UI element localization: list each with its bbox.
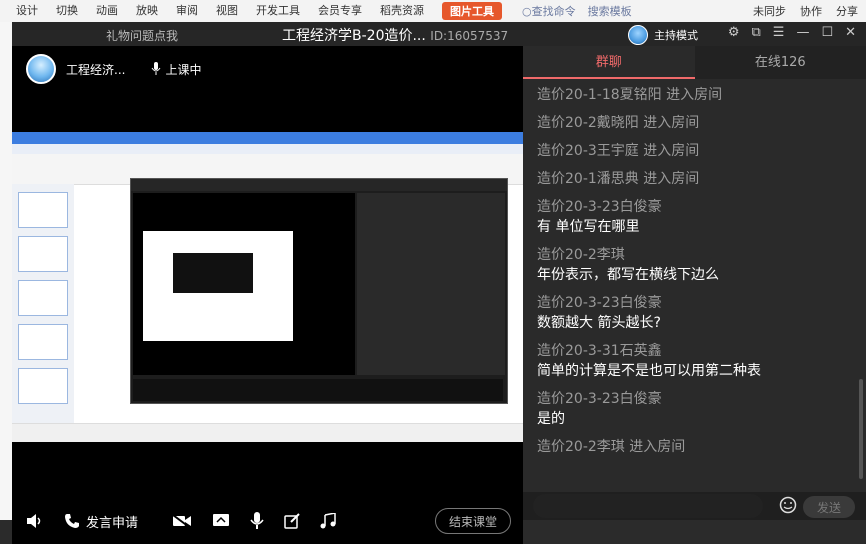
shared-ppt-titlebar xyxy=(12,132,523,144)
list-item: 造价20-2李琪年份表示，都写在横线下边么 xyxy=(523,245,866,285)
menu-resources[interactable]: 稻壳资源 xyxy=(380,2,424,20)
send-button[interactable]: 发送 xyxy=(803,496,855,518)
close-icon[interactable]: ✕ xyxy=(845,25,856,40)
list-item: 造价20-3-23白俊豪是的 xyxy=(523,389,866,429)
host-avatar xyxy=(628,25,648,45)
host-mode[interactable]: 主持模式 xyxy=(628,25,698,45)
collab-button[interactable]: 协作 xyxy=(800,3,822,19)
nested-video xyxy=(133,193,355,375)
message-sender: 造价20-2李琪 进入房间 xyxy=(537,437,852,457)
desktop-ppt-ribbon: 设计 切换 动画 放映 审阅 视图 开发工具 会员专享 稻壳资源 图片工具 ○查… xyxy=(0,0,866,23)
message-sender: 造价20-3-23白俊豪 xyxy=(537,389,852,409)
chat-tabs: 群聊 在线126 xyxy=(523,46,866,79)
popout-icon[interactable]: ⧉ xyxy=(751,25,760,40)
video-area: 工程经济... 上课中 xyxy=(12,46,523,520)
menu-picture-tool[interactable]: 图片工具 xyxy=(442,2,502,20)
slide-thumbnail xyxy=(18,192,68,228)
menu-member[interactable]: 会员专享 xyxy=(318,2,362,20)
slide-thumbnail xyxy=(18,236,68,272)
menu-design[interactable]: 设计 xyxy=(16,2,38,20)
apply-speak-button[interactable]: 发言申请 xyxy=(64,512,138,531)
title-bar: 礼物问题点我 工程经济学B-20造价... ID:16057537 主持模式 ⚙… xyxy=(12,22,866,46)
list-item: 造价20-1-18夏铭阳 进入房间 xyxy=(523,85,866,105)
screen-share xyxy=(12,132,523,442)
whiteboard-icon[interactable] xyxy=(284,513,300,529)
speaker-icon[interactable] xyxy=(26,513,44,529)
tab-group-chat[interactable]: 群聊 xyxy=(523,46,695,79)
teacher-avatar xyxy=(26,54,56,84)
microphone-button-icon[interactable] xyxy=(250,512,264,530)
message-text: 有 单位写在哪里 xyxy=(537,217,852,237)
list-item: 造价20-3-23白俊豪有 单位写在哪里 xyxy=(523,197,866,237)
find-command[interactable]: ○查找命令 xyxy=(522,3,576,19)
menu-slideshow[interactable]: 放映 xyxy=(136,2,158,20)
gift-question-button[interactable]: 礼物问题点我 xyxy=(106,27,178,44)
class-status: 上课中 xyxy=(151,61,201,78)
message-sender: 造价20-1-18夏铭阳 进入房间 xyxy=(537,85,852,105)
nested-chat xyxy=(357,193,505,375)
menu-icon[interactable]: ☰ xyxy=(773,25,785,40)
message-sender: 造价20-3-23白俊豪 xyxy=(537,197,852,217)
message-sender: 造价20-3王宇庭 进入房间 xyxy=(537,141,852,161)
menu-view[interactable]: 视图 xyxy=(216,2,238,20)
search-icon: ○ xyxy=(522,5,532,18)
nested-title xyxy=(131,179,507,191)
list-item: 造价20-3-23白俊豪数额越大 箭头越长? xyxy=(523,293,866,333)
message-text: 简单的计算是不是也可以用第二种表 xyxy=(537,361,852,381)
chat-input-bar: 发送 xyxy=(523,492,866,520)
message-text: 年份表示，都写在横线下边么 xyxy=(537,265,852,285)
message-sender: 造价20-3-31石英鑫 xyxy=(537,341,852,361)
nested-classroom-window xyxy=(130,178,508,404)
message-text: 数额越大 箭头越长? xyxy=(537,313,852,333)
music-icon[interactable] xyxy=(320,513,336,529)
sync-status[interactable]: 未同步 xyxy=(753,3,786,19)
list-item: 造价20-3-31石英鑫简单的计算是不是也可以用第二种表 xyxy=(523,341,866,381)
end-class-button[interactable]: 结束课堂 xyxy=(435,508,511,534)
nested-inner-window xyxy=(173,253,253,293)
chat-panel: 群聊 在线126 造价20-1-18夏铭阳 进入房间 造价20-2戴晓阳 进入房… xyxy=(523,46,866,520)
tab-online[interactable]: 在线126 xyxy=(695,46,866,79)
share-button[interactable]: 分享 xyxy=(836,3,858,19)
minimize-icon[interactable]: — xyxy=(796,25,809,40)
list-item: 造价20-2李琪 进入房间 xyxy=(523,437,866,457)
maximize-icon[interactable]: ☐ xyxy=(821,25,833,40)
message-sender: 造价20-2戴晓阳 进入房间 xyxy=(537,113,852,133)
teacher-name: 工程经济... xyxy=(66,61,125,78)
screen-share-icon[interactable] xyxy=(212,513,230,529)
message-sender: 造价20-2李琪 xyxy=(537,245,852,265)
list-item: 造价20-3王宇庭 进入房间 xyxy=(523,141,866,161)
list-item: 造价20-2戴晓阳 进入房间 xyxy=(523,113,866,133)
shared-ppt-tabs xyxy=(12,144,523,154)
message-sender: 造价20-3-23白俊豪 xyxy=(537,293,852,313)
message-sender: 造价20-1潘思典 进入房间 xyxy=(537,169,852,189)
microphone-icon xyxy=(151,62,161,76)
menu-transition[interactable]: 切换 xyxy=(56,2,78,20)
phone-icon xyxy=(64,513,80,529)
shared-slide-thumbnails xyxy=(12,184,74,424)
menu-review[interactable]: 审阅 xyxy=(176,2,198,20)
nested-controls xyxy=(133,379,503,401)
message-text: 是的 xyxy=(537,409,852,429)
camera-off-icon[interactable] xyxy=(172,514,192,528)
shared-ppt-statusbar xyxy=(12,423,523,442)
classroom-window: 礼物问题点我 工程经济学B-20造价... ID:16057537 主持模式 ⚙… xyxy=(12,22,866,520)
slide-thumbnail xyxy=(18,324,68,360)
teacher-info: 工程经济... 上课中 xyxy=(26,54,201,84)
control-bar: 发言申请 结束课堂 xyxy=(12,498,523,544)
chat-input[interactable] xyxy=(533,494,763,518)
slide-thumbnail xyxy=(18,280,68,316)
list-item: 造价20-1潘思典 进入房间 xyxy=(523,169,866,189)
message-list: 造价20-1-18夏铭阳 进入房间 造价20-2戴晓阳 进入房间 造价20-3王… xyxy=(523,79,866,489)
chat-scrollbar[interactable] xyxy=(859,379,863,479)
menu-developer[interactable]: 开发工具 xyxy=(256,2,300,20)
emoji-icon[interactable] xyxy=(779,496,797,518)
room-title: 工程经济学B-20造价... ID:16057537 xyxy=(282,25,508,45)
search-template[interactable]: 搜索模板 xyxy=(588,3,632,19)
menu-animation[interactable]: 动画 xyxy=(96,2,118,20)
settings-icon[interactable]: ⚙ xyxy=(728,25,740,40)
slide-thumbnail xyxy=(18,368,68,404)
